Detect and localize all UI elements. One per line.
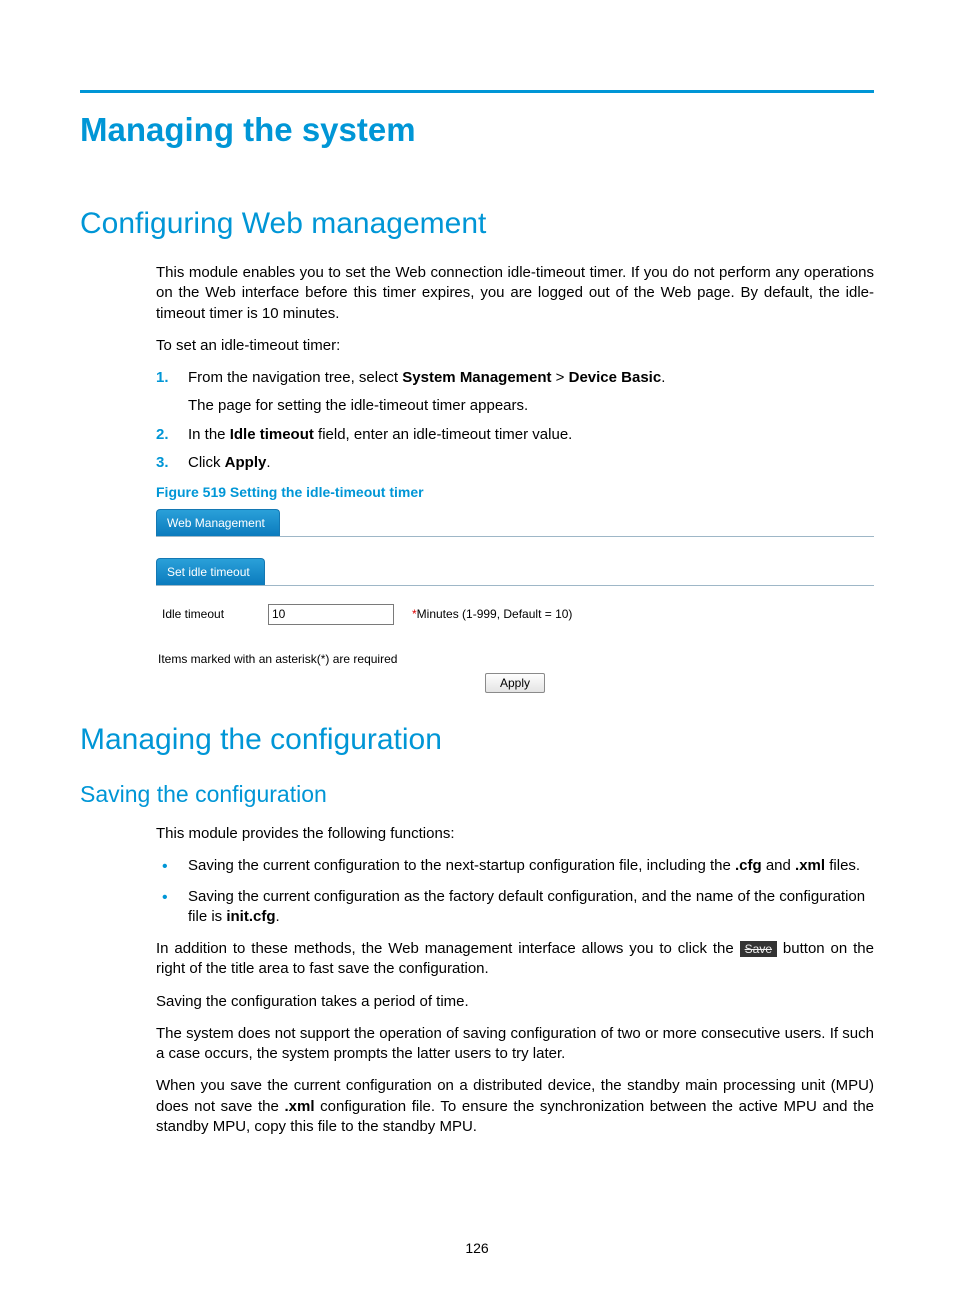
- paragraph-save-button: In addition to these methods, the Web ma…: [156, 939, 874, 980]
- list-item: Saving the current configuration to the …: [156, 856, 874, 876]
- page-title: Managing the system: [80, 111, 874, 149]
- list-item: Saving the current configuration as the …: [156, 887, 874, 928]
- paragraph-duration: Saving the configuration takes a period …: [156, 992, 874, 1012]
- figure-519: Web Management Set idle timeout Idle tim…: [156, 510, 874, 693]
- idle-timeout-label: Idle timeout: [162, 606, 250, 622]
- tab-row-secondary: Set idle timeout: [156, 559, 874, 586]
- apply-button[interactable]: Apply: [485, 673, 545, 693]
- required-note: Items marked with an asterisk(*) are req…: [156, 651, 874, 667]
- idle-timeout-hint: *Minutes (1-999, Default = 10): [412, 606, 572, 622]
- step-text: In the Idle timeout field, enter an idle…: [188, 426, 572, 443]
- section-configuring-web-management: Configuring Web management: [80, 207, 874, 241]
- step-1: 1. From the navigation tree, select Syst…: [156, 368, 874, 417]
- save-icon: Save: [740, 941, 777, 957]
- intro-b: This module provides the following funct…: [156, 824, 874, 844]
- step-3: 3. Click Apply.: [156, 453, 874, 473]
- functions-list: Saving the current configuration to the …: [156, 856, 874, 927]
- step-number: 1.: [156, 368, 169, 388]
- top-rule: [80, 90, 874, 93]
- tab-web-management[interactable]: Web Management: [156, 509, 280, 536]
- step-text: From the navigation tree, select System …: [188, 369, 665, 386]
- step-number: 2.: [156, 425, 169, 445]
- tab-set-idle-timeout[interactable]: Set idle timeout: [156, 558, 265, 585]
- paragraph-distributed: When you save the current configuration …: [156, 1076, 874, 1137]
- section-managing-configuration: Managing the configuration: [80, 723, 874, 757]
- steps-list: 1. From the navigation tree, select Syst…: [156, 368, 874, 473]
- step-2: 2. In the Idle timeout field, enter an i…: [156, 425, 874, 445]
- step-text: Click Apply.: [188, 454, 271, 471]
- paragraph-concurrent: The system does not support the operatio…: [156, 1024, 874, 1065]
- step-number: 3.: [156, 453, 169, 473]
- subsection-saving-configuration: Saving the configuration: [80, 781, 874, 808]
- tab-row-primary: Web Management: [156, 510, 874, 537]
- idle-timeout-input[interactable]: [268, 604, 394, 625]
- lead-sentence: To set an idle-timeout timer:: [156, 336, 874, 356]
- step-substep: The page for setting the idle-timeout ti…: [188, 396, 874, 416]
- idle-timeout-row: Idle timeout *Minutes (1-999, Default = …: [156, 604, 874, 625]
- page-number: 126: [0, 1240, 954, 1256]
- figure-caption: Figure 519 Setting the idle-timeout time…: [156, 483, 874, 502]
- intro-paragraph: This module enables you to set the Web c…: [156, 263, 874, 324]
